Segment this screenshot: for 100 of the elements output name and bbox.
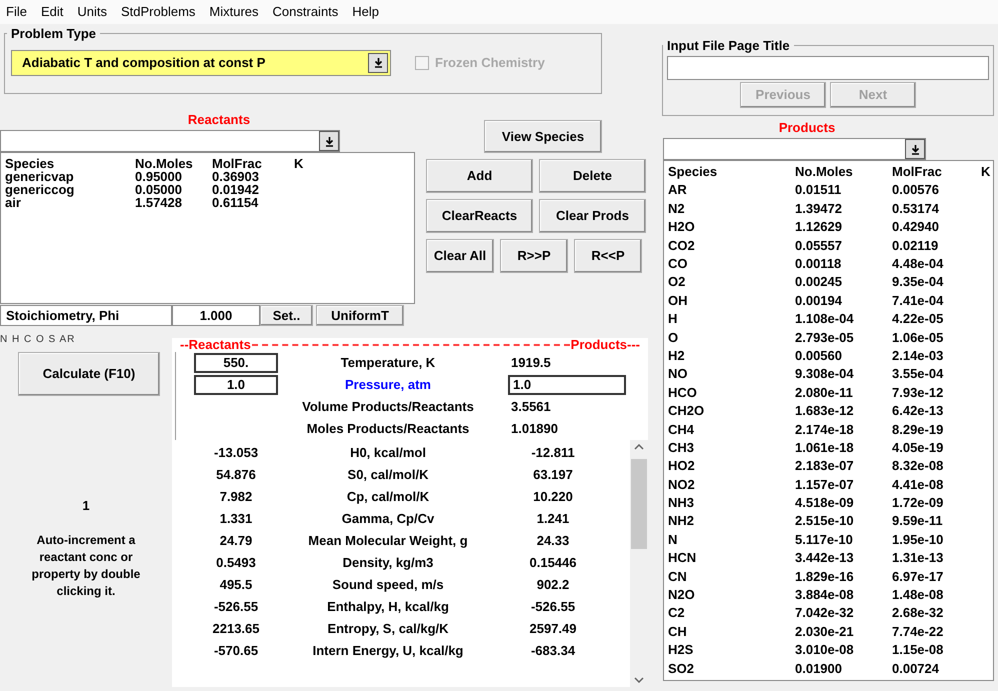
- list-cell-text: O2: [668, 275, 686, 292]
- species-row[interactable]: NH3 4.518e-09 1.72e-09: [668, 496, 993, 514]
- menu-item[interactable]: Constraints: [272, 2, 338, 22]
- push-button[interactable]: View Species: [484, 120, 602, 154]
- species-row[interactable]: CH 2.030e-21 7.74e-22: [668, 624, 993, 644]
- species-row[interactable]: H 1.108e-04 4.22e-05: [668, 312, 993, 331]
- property-row[interactable]: 0.5493 Density, kg/m3 0.15446: [172, 552, 630, 574]
- species-row[interactable]: NH2 2.515e-10 9.59e-11: [668, 514, 993, 533]
- species-row[interactable]: AR 0.01511 0.00576: [668, 183, 993, 202]
- list-cell-text: HCO: [668, 386, 698, 402]
- value-field[interactable]: 1.0: [194, 375, 278, 396]
- property-row[interactable]: 7.982 Cp, cal/mol/K 10.220: [172, 486, 630, 508]
- dropdown-button[interactable]: [905, 139, 925, 160]
- species-row[interactable]: CH2O 1.683e-12 6.42e-13: [668, 404, 993, 423]
- value-field[interactable]: 1.0: [508, 375, 626, 396]
- property-label: Density, kg/m3: [342, 554, 434, 572]
- species-row[interactable]: CN 1.829e-16 6.97e-17: [668, 570, 993, 588]
- property-row[interactable]: 54.876 S0, cal/mol/K 63.197: [172, 464, 630, 486]
- push-button[interactable]: Calculate (F10): [18, 352, 160, 396]
- species-row[interactable]: H2O 1.12629 0.42940: [668, 220, 993, 239]
- species-row[interactable]: air 1.57428 0.61154: [5, 196, 414, 210]
- product-combo-field[interactable]: [663, 138, 926, 160]
- property-row[interactable]: -526.55 Enthalpy, H, kcal/kg -526.55: [172, 596, 630, 618]
- list-cell-text: 2.030e-21: [795, 624, 855, 641]
- value-field[interactable]: 550.: [194, 353, 278, 374]
- push-button[interactable]: R>>P: [500, 239, 568, 274]
- push-button[interactable]: ClearReacts: [426, 199, 533, 234]
- species-row[interactable]: C2 7.042e-32 2.68e-32: [668, 606, 993, 625]
- species-row[interactable]: H2S 3.010e-08 1.15e-08: [668, 643, 993, 662]
- list-cell-text: C2: [668, 606, 686, 622]
- species-row[interactable]: genericvap 0.95000 0.36903: [5, 170, 414, 184]
- property-row[interactable]: 24.79 Mean Molecular Weight, g 24.33: [172, 530, 630, 552]
- product-value: 2597.49: [528, 620, 578, 638]
- reactant-combo-field[interactable]: [0, 130, 340, 152]
- species-row[interactable]: HCN 3.442e-13 1.31e-13: [668, 551, 993, 570]
- reactant-value: -13.053: [212, 444, 260, 462]
- scroll-thumb[interactable]: [631, 458, 647, 549]
- list-cell-text: 1.829e-16: [795, 570, 855, 586]
- species-row[interactable]: H2 0.00560 2.14e-03: [668, 348, 993, 368]
- list-cell-text: 1.39472: [795, 202, 843, 218]
- push-button[interactable]: Clear All: [426, 239, 494, 274]
- list-cell-text: 0.01942: [212, 183, 260, 196]
- column-header: MolFrac: [892, 165, 943, 182]
- push-button[interactable]: Set..: [260, 305, 313, 326]
- menu-item[interactable]: Help: [352, 2, 380, 22]
- species-row[interactable]: O 2.793e-05 1.06e-05: [668, 330, 993, 349]
- property-label: Pressure, atm: [344, 376, 432, 394]
- list-cell-text: CO2: [668, 238, 696, 255]
- value-text: 1.01890: [510, 420, 559, 438]
- push-button[interactable]: Clear Prods: [539, 199, 646, 234]
- list-cell-text: N: [668, 532, 678, 549]
- menu-item[interactable]: Mixtures: [209, 2, 259, 22]
- property-row[interactable]: 495.5 Sound speed, m/s 902.2: [172, 574, 630, 596]
- list-cell-text: 1.15e-08: [892, 643, 944, 660]
- list-cell-text: 9.59e-11: [892, 514, 944, 530]
- property-label: Entropy, S, cal/kg/K: [326, 620, 450, 638]
- page-title-field[interactable]: [667, 56, 989, 80]
- menu-item[interactable]: Edit: [40, 2, 64, 22]
- species-row[interactable]: NO2 1.157e-07 4.41e-08: [668, 478, 993, 496]
- list-cell-text: 1.108e-04: [795, 312, 855, 328]
- list-cell-text: 0.00118: [795, 257, 842, 274]
- dropdown-button[interactable]: [319, 131, 339, 152]
- property-row[interactable]: -13.053 H0, kcal/mol -12.811: [172, 442, 630, 464]
- species-row[interactable]: CH3 1.061e-18 4.05e-19: [668, 440, 993, 460]
- list-cell-text: 3.55e-04: [892, 367, 944, 384]
- product-value: -526.55: [530, 598, 576, 616]
- push-button[interactable]: Delete: [539, 159, 646, 194]
- phi-field[interactable]: 1.000: [172, 305, 260, 326]
- list-cell-text: O: [668, 330, 680, 347]
- species-row[interactable]: SO2 0.01900 0.00724: [668, 662, 993, 680]
- push-button[interactable]: R<<P: [574, 239, 642, 274]
- list-cell-text: 1.061e-18: [795, 440, 855, 457]
- property-row[interactable]: -570.65 Intern Energy, U, kcal/kg -683.34: [172, 640, 630, 662]
- species-row[interactable]: O2 0.00245 9.35e-04: [668, 275, 993, 294]
- species-row[interactable]: N2O 3.884e-08 1.48e-08: [668, 588, 993, 606]
- species-row[interactable]: CH4 2.174e-18 8.29e-19: [668, 422, 993, 441]
- species-row[interactable]: OH 0.00194 7.41e-04: [668, 294, 993, 312]
- list-cell-text: 1.48e-08: [892, 588, 944, 604]
- menu-item[interactable]: File: [6, 2, 27, 22]
- menu-item[interactable]: StdProblems: [120, 2, 196, 22]
- species-row[interactable]: N 5.117e-10 1.95e-10: [668, 532, 993, 552]
- property-row[interactable]: 1.331 Gamma, Cp/Cv 1.241: [172, 508, 630, 530]
- dropdown-button[interactable]: [368, 52, 388, 73]
- list-cell-text: 1.95e-10: [892, 532, 944, 549]
- problem-type-dropdown[interactable]: Adiabatic T and composition at const P: [11, 50, 391, 76]
- species-row[interactable]: NO 9.308e-04 3.55e-04: [668, 367, 993, 386]
- species-row[interactable]: genericcog 0.05000 0.01942: [5, 183, 414, 196]
- species-row[interactable]: HCO 2.080e-11 7.93e-12: [668, 386, 993, 404]
- push-button[interactable]: Add: [426, 159, 533, 194]
- species-row[interactable]: N2 1.39472 0.53174: [668, 202, 993, 220]
- list-cell-text: 1.683e-12: [795, 404, 855, 420]
- list-cell-text: 9.308e-04: [795, 367, 855, 384]
- property-row[interactable]: 2213.65 Entropy, S, cal/kg/K 2597.49: [172, 618, 630, 640]
- push-button[interactable]: UniformT: [316, 305, 404, 326]
- menu-item[interactable]: Units: [77, 2, 107, 22]
- element-list: N H C O S AR: [0, 332, 76, 348]
- species-row[interactable]: CO2 0.05557 0.02119: [668, 238, 993, 258]
- species-row[interactable]: HO2 2.183e-07 8.32e-08: [668, 459, 993, 478]
- species-row[interactable]: CO 0.00118 4.48e-04: [668, 257, 993, 276]
- list-cell-text: 1.06e-05: [892, 330, 944, 347]
